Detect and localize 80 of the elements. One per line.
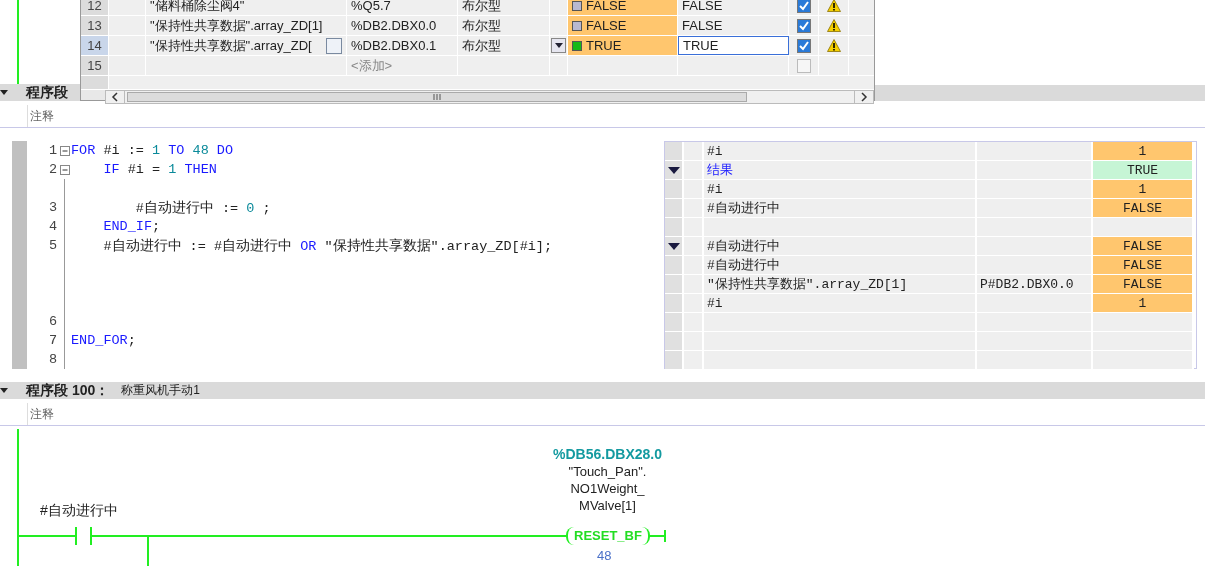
checkbox[interactable] <box>796 18 811 33</box>
line-number: 4 <box>48 219 57 234</box>
variable-name: "保持性共享数据".array_ZD[1] <box>150 16 323 35</box>
monitor-value: FALSE <box>586 0 627 13</box>
network-title: 程序段 <box>26 83 68 102</box>
monitor-value: FALSE <box>1093 237 1194 256</box>
code-line: FOR #i := 1 TO 48 DO <box>71 143 234 158</box>
list-icon[interactable] <box>326 37 342 54</box>
variable-name: "保持性共享数据".array_ZD[ <box>150 36 312 55</box>
variable-name: #i <box>704 294 977 313</box>
wire-end-icon <box>664 530 666 542</box>
line-number: 5 <box>48 238 57 253</box>
variable-name: #自动进行中 <box>704 237 977 256</box>
table-row[interactable]: 15 <添加> <box>81 56 874 76</box>
line-number: 1 <box>48 143 57 158</box>
code-line: #自动进行中 := 0 ; <box>134 199 271 217</box>
line-number: 8 <box>48 352 57 367</box>
code-line: #自动进行中 := #自动进行中 OR "保持性共享数据".array_ZD[#i]; <box>102 237 553 255</box>
grip-icon <box>433 93 441 101</box>
variable-name: "保持性共享数据".array_ZD[1] <box>704 275 977 294</box>
monitor-value: 1 <box>1093 180 1194 199</box>
line-number: 2 <box>48 162 57 177</box>
code-line: END_FOR; <box>71 333 136 348</box>
variable-name: #自动进行中 <box>704 256 977 275</box>
scroll-left-icon[interactable] <box>111 92 119 102</box>
collapse-icon[interactable] <box>0 90 8 95</box>
warning-icon <box>826 39 841 52</box>
variable-name: 结果 <box>704 161 977 180</box>
checkbox[interactable] <box>796 58 811 73</box>
table-cell: %DB2.DBX0.1 <box>347 36 458 55</box>
table-cell: %Q5.7 <box>347 0 458 15</box>
comment-field[interactable]: 注释 <box>27 105 1205 127</box>
row-number: 14 <box>81 36 109 55</box>
monitor-value: 1 <box>1093 294 1194 313</box>
variable-name: #i <box>704 142 977 161</box>
variable-address: P#DB2.DBX0.0 <box>977 275 1093 294</box>
warning-icon <box>826 19 841 32</box>
table-cell: 布尔型 <box>458 16 550 35</box>
monitor-value: FALSE <box>1093 256 1194 275</box>
coil-operand: "Touch_Pan". <box>568 463 647 480</box>
row-number: 13 <box>81 16 109 35</box>
expand-arrow-icon[interactable] <box>667 166 680 174</box>
coil-address: %DB56.DBX28.0 <box>553 446 662 463</box>
network-name: 称重风机手动1 <box>121 382 200 399</box>
line-number: 7 <box>48 333 57 348</box>
table-row[interactable]: 13 "保持性共享数据".array_ZD[1] %DB2.DBX0.0 布尔型 FALSE FALSE <box>81 16 874 36</box>
coil-index: 48 <box>597 548 612 563</box>
scroll-right-icon[interactable] <box>860 92 868 102</box>
checkbox[interactable] <box>796 38 811 53</box>
comment-field[interactable]: 注释 <box>27 403 1205 425</box>
code-line: IF #i = 1 THEN <box>102 162 217 177</box>
line-number: 6 <box>48 314 57 329</box>
coil-operand: MValve[1] <box>579 497 636 514</box>
line-number: 3 <box>48 200 57 215</box>
warning-icon <box>826 0 841 12</box>
modify-value-field[interactable]: TRUE <box>678 36 789 55</box>
row-number: 15 <box>81 56 109 75</box>
monitor-value: TRUE <box>1093 161 1194 180</box>
variable-name: #自动进行中 <box>704 199 977 218</box>
table-cell: 布尔型 <box>458 36 550 55</box>
table-cell: %DB2.DBX0.0 <box>347 16 458 35</box>
checkbox[interactable] <box>796 0 811 13</box>
table-cell: FALSE <box>678 16 789 35</box>
monitor-value: FALSE <box>1093 199 1194 218</box>
row-number: 12 <box>81 0 109 15</box>
variable-name: #i <box>704 180 977 199</box>
table-cell: FALSE <box>678 0 789 15</box>
monitor-value: FALSE <box>1093 275 1194 294</box>
network-title: 程序段 100： <box>26 381 110 400</box>
expand-arrow-icon[interactable] <box>667 242 680 250</box>
code-line: END_IF; <box>102 219 161 234</box>
monitor-value: 1 <box>1093 142 1194 161</box>
coil-operand: NO1Weight_ <box>570 480 645 497</box>
table-row[interactable]: 14 "保持性共享数据".array_ZD[ %DB2.DBX0.1 布尔型 TRUE TRUE <box>81 36 874 56</box>
monitor-value: FALSE <box>586 18 627 33</box>
contact-operand: #自动进行中 <box>40 502 118 520</box>
monitor-value: TRUE <box>586 38 622 53</box>
scrollbar-thumb[interactable] <box>127 92 747 102</box>
collapse-icon[interactable] <box>0 388 8 393</box>
horizontal-scrollbar[interactable] <box>105 90 874 104</box>
